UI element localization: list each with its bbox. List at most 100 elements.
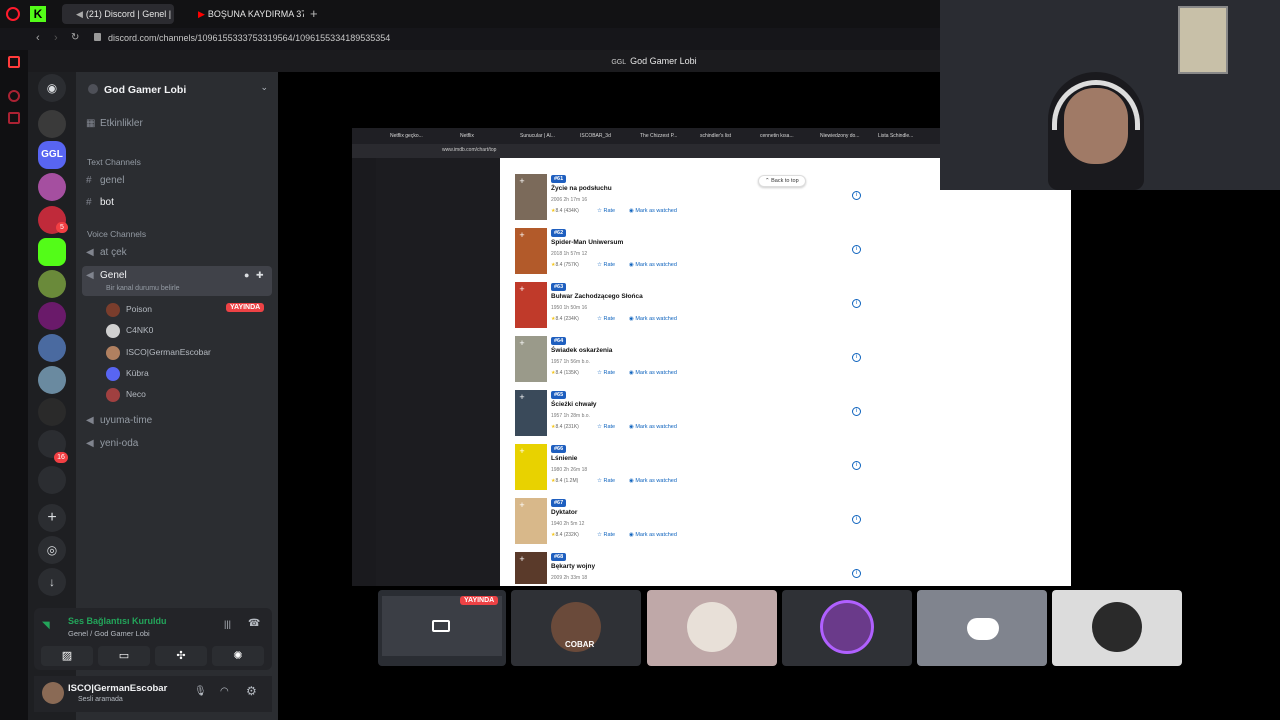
rate-button[interactable]: ☆ Rate — [597, 478, 615, 484]
channel-bot[interactable]: # bot — [86, 193, 114, 213]
voice-channel-path[interactable]: Genel / God Gamer Lobi — [68, 629, 150, 638]
discord-home-icon[interactable]: ◉ — [38, 74, 66, 102]
rate-button[interactable]: ☆ Rate — [597, 262, 615, 268]
server-icon-1[interactable] — [38, 110, 66, 138]
info-icon[interactable]: i — [852, 245, 861, 254]
voice-user[interactable]: Poison — [106, 300, 152, 318]
stream-tile-user[interactable] — [917, 590, 1047, 666]
add-server-icon[interactable]: + — [38, 504, 66, 532]
rate-button[interactable]: ☆ Rate — [597, 532, 615, 538]
movie-poster[interactable]: + — [515, 228, 547, 274]
server-icon-12[interactable] — [38, 466, 66, 494]
microphone-icon[interactable]: 🎙 — [194, 686, 207, 697]
movie-title[interactable]: Lśnienie — [551, 455, 577, 462]
voice-user[interactable]: C4NK0 — [106, 321, 153, 339]
info-icon[interactable]: i — [852, 191, 861, 200]
noise-suppression-icon[interactable]: ||| — [224, 619, 231, 629]
avatar[interactable] — [42, 682, 64, 704]
server-header[interactable]: God Gamer Lobi ⌄ — [88, 80, 268, 98]
movie-poster[interactable]: + — [515, 444, 547, 490]
mark-watched-button[interactable]: ◉ Mark as watched — [629, 370, 677, 376]
server-icon-9[interactable] — [38, 366, 66, 394]
opera-gx-icon[interactable] — [8, 90, 20, 102]
tab-youtube[interactable]: ▶BOŞUNA KAYDIRMA 37/... — [184, 4, 304, 24]
info-icon[interactable]: i — [852, 407, 861, 416]
rate-button[interactable]: ☆ Rate — [597, 424, 615, 430]
add-watchlist-icon[interactable]: + — [517, 338, 527, 348]
add-watchlist-icon[interactable]: + — [517, 284, 527, 294]
channel-genel[interactable]: # genel — [86, 171, 124, 191]
add-watchlist-icon[interactable]: + — [517, 500, 527, 510]
add-watchlist-icon[interactable]: + — [517, 230, 527, 240]
server-icon-10[interactable] — [38, 398, 66, 426]
info-icon[interactable]: i — [852, 353, 861, 362]
rate-button[interactable]: ☆ Rate — [597, 370, 615, 376]
movie-poster[interactable]: + — [515, 282, 547, 328]
server-icon-8[interactable] — [38, 334, 66, 362]
kick-logo-icon[interactable]: K — [30, 6, 46, 22]
movie-title[interactable]: Dyktator — [551, 509, 577, 516]
voice-user[interactable]: ISCO|GermanEscobar — [106, 343, 211, 361]
info-icon[interactable]: i — [852, 569, 861, 578]
settings-gear-icon[interactable]: ⚙ — [246, 684, 257, 698]
mark-watched-button[interactable]: ◉ Mark as watched — [629, 532, 677, 538]
channel-status[interactable]: Bir kanal durumu belirle — [106, 285, 180, 292]
movie-title[interactable]: Ścieżki chwały — [551, 401, 597, 408]
text-channels-category[interactable]: Text Channels — [87, 157, 141, 167]
screen-share-button[interactable]: ▭ — [98, 646, 150, 666]
tab-discord[interactable]: ◀ (21) Discord | Genel | G — [62, 4, 174, 24]
url-text[interactable]: discord.com/channels/1096155333753319564… — [108, 33, 390, 43]
chat-icon[interactable]: ● — [244, 270, 249, 280]
explore-icon[interactable]: ◎ — [38, 536, 66, 564]
add-user-icon[interactable]: ✚ — [256, 270, 264, 281]
reload-icon[interactable]: ↻ — [71, 32, 79, 43]
activities-button[interactable]: ✣ — [155, 646, 207, 666]
rate-button[interactable]: ☆ Rate — [597, 208, 615, 214]
new-tab-button[interactable]: + — [310, 6, 318, 21]
add-watchlist-icon[interactable]: + — [517, 554, 527, 564]
voice-channel-genel[interactable]: ◀ Genel — [86, 266, 127, 286]
movie-title[interactable]: Spider-Man Uniwersum — [551, 239, 623, 246]
add-watchlist-icon[interactable]: + — [517, 392, 527, 402]
server-icon-7[interactable] — [38, 302, 66, 330]
voice-channels-category[interactable]: Voice Channels — [87, 229, 146, 239]
forward-icon[interactable]: › — [54, 32, 58, 44]
tabs-icon[interactable] — [8, 112, 20, 124]
voice-channel-yeni[interactable]: ◀ yeni-oda — [86, 434, 138, 454]
movie-poster[interactable]: + — [515, 336, 547, 382]
user-name[interactable]: ISCO|GermanEscobar — [68, 683, 167, 694]
mark-watched-button[interactable]: ◉ Mark as watched — [629, 262, 677, 268]
stream-tile-user[interactable] — [782, 590, 912, 666]
movie-title[interactable]: Bękarty wojny — [551, 563, 595, 570]
events-item[interactable]: ▦ Etkinlikler — [86, 114, 143, 134]
voice-channel-at-cek[interactable]: ◀ at çek — [86, 243, 127, 263]
add-watchlist-icon[interactable]: + — [517, 446, 527, 456]
movie-poster[interactable]: + — [515, 552, 547, 584]
info-icon[interactable]: i — [852, 461, 861, 470]
movie-poster[interactable]: + — [515, 390, 547, 436]
voice-status[interactable]: Ses Bağlantısı Kuruldu — [68, 616, 167, 626]
mark-watched-button[interactable]: ◉ Mark as watched — [629, 478, 677, 484]
soundboard-button[interactable]: ✺ — [212, 646, 264, 666]
voice-user[interactable]: Neco — [106, 385, 146, 403]
mark-watched-button[interactable]: ◉ Mark as watched — [629, 316, 677, 322]
headphones-icon[interactable]: ◠ — [220, 686, 229, 697]
movie-title[interactable]: Bulwar Zachodzącego Słońca — [551, 293, 643, 300]
info-icon[interactable]: i — [852, 515, 861, 524]
server-icon-6[interactable] — [38, 270, 66, 298]
mark-watched-button[interactable]: ◉ Mark as watched — [629, 424, 677, 430]
info-icon[interactable]: i — [852, 299, 861, 308]
home-icon[interactable] — [8, 56, 20, 68]
camera-button[interactable]: ▨ — [41, 646, 93, 666]
movie-poster[interactable]: + — [515, 498, 547, 544]
voice-user[interactable]: Kübra — [106, 364, 149, 382]
back-icon[interactable]: ‹ — [36, 32, 40, 44]
stream-tile-user[interactable] — [1052, 590, 1182, 666]
movie-poster[interactable]: + — [515, 174, 547, 220]
mark-watched-button[interactable]: ◉ Mark as watched — [629, 208, 677, 214]
voice-channel-uyuma[interactable]: ◀ uyuma-time — [86, 411, 152, 431]
disconnect-icon[interactable]: ☎ — [248, 618, 260, 629]
stream-tile-user[interactable] — [647, 590, 777, 666]
server-icon-ggl[interactable]: GGL — [38, 141, 66, 169]
add-watchlist-icon[interactable]: + — [517, 176, 527, 186]
